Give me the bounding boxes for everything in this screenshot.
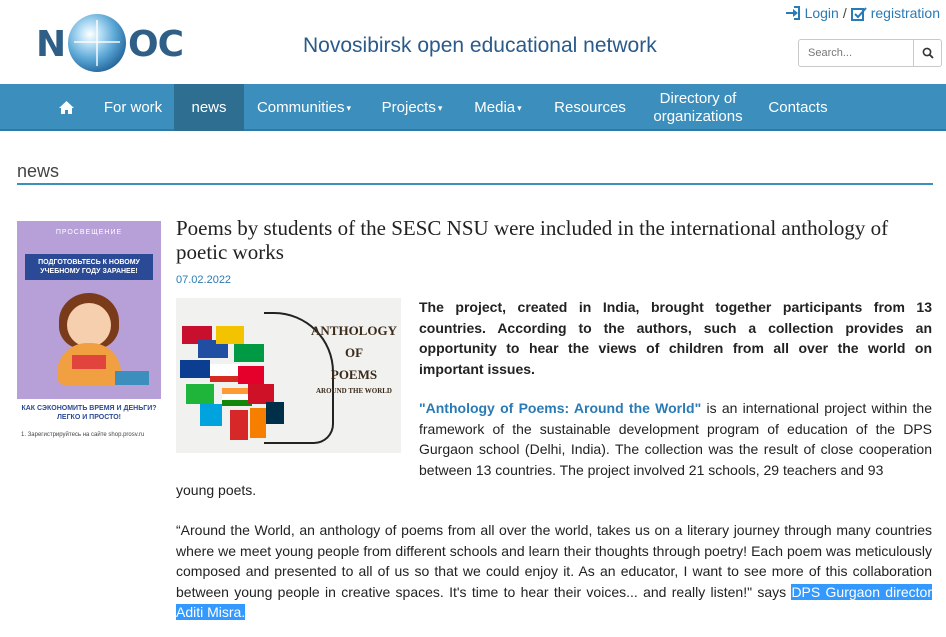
article-paragraph-tail: young poets. [176, 482, 257, 498]
registration-link[interactable]: registration [871, 5, 940, 21]
nav-communities[interactable]: Communities ▾ [244, 84, 364, 131]
chevron-down-icon: ▾ [517, 102, 522, 113]
flag-icon [230, 410, 248, 440]
ad-illustration: ПРОСВЕЩЕНИЕ ПОДГОТОВЬТЕСЬ К НОВОМУ УЧЕБН… [17, 221, 161, 399]
article-image: ANTHOLOGY OF POEMS AROUND THE WORLD [176, 298, 401, 453]
auth-separator: / [842, 5, 847, 21]
search-button[interactable] [913, 40, 941, 66]
ad-footer: КАК СЭКОНОМИТЬ ВРЕМЯ И ДЕНЬГИ? ЛЕГКО И П… [17, 399, 161, 450]
ad-girl-face [67, 303, 111, 347]
search-input[interactable] [799, 40, 913, 66]
main-nav: For work news Communities ▾ Projects ▾ Med… [0, 84, 946, 131]
article-title[interactable]: Poems by students of the SESC NSU were i… [176, 216, 936, 264]
auth-links: Login / registration [785, 5, 940, 21]
article-paragraph: "Anthology of Poems: Around the World" i… [419, 400, 932, 478]
ad-question: КАК СЭКОНОМИТЬ ВРЕМЯ И ДЕНЬГИ? ЛЕГКО И П… [21, 405, 157, 421]
globe-icon [68, 14, 126, 72]
ad-brand: ПРОСВЕЩЕНИЕ [55, 229, 123, 236]
flag-icon [186, 384, 214, 404]
login-link[interactable]: Login [805, 5, 839, 21]
nav-media[interactable]: Media ▾ [462, 84, 534, 131]
edit-checkbox-icon[interactable] [850, 6, 867, 21]
flag-icon [180, 360, 210, 378]
flag-icon [200, 404, 222, 426]
flag-icon [238, 366, 264, 384]
nav-resources[interactable]: Resources [546, 84, 634, 131]
section-divider [17, 183, 933, 185]
home-icon [58, 101, 74, 114]
flag-icon [216, 326, 244, 344]
logo-letter-n: N [36, 24, 66, 65]
flag-icon [234, 344, 264, 362]
flag-icon [210, 364, 240, 382]
anthology-link[interactable]: "Anthology of Poems: Around the World" [419, 400, 701, 416]
nav-contacts[interactable]: Contacts [758, 84, 838, 131]
ad-register-text: 1. Зарегистрируйтесь на сайте shop.prosv… [21, 432, 145, 438]
chevron-down-icon: ▾ [437, 102, 443, 113]
nav-directory-of-organizations[interactable]: Directory of organizations [648, 84, 748, 131]
site-header: N OC Novosibirsk open educational networ… [0, 0, 946, 84]
search-icon [922, 47, 934, 59]
chevron-down-icon: ▾ [346, 102, 352, 113]
books-icon [115, 371, 149, 385]
book-icon [72, 355, 106, 369]
nav-news[interactable]: news [174, 84, 244, 131]
nav-projects[interactable]: Projects ▾ [370, 84, 454, 131]
section-heading: news [17, 161, 60, 181]
ad-banner[interactable]: ПРОСВЕЩЕНИЕ ПОДГОТОВЬТЕСЬ К НОВОМУ УЧЕБН… [17, 221, 161, 450]
site-title: Novosibirsk open educational network [303, 34, 657, 57]
sign-in-icon[interactable] [785, 6, 801, 20]
anthology-cover-text: ANTHOLOGY OF POEMS AROUND THE WORLD [311, 323, 397, 395]
nav-for-work[interactable]: For work [92, 84, 174, 131]
article-date: 07.02.2022 [176, 274, 232, 286]
logo-letters-oc: OC [128, 24, 184, 65]
article-lead: The project, created in India, brought t… [419, 299, 932, 377]
search-form [798, 39, 942, 67]
site-logo[interactable]: N OC [36, 12, 184, 72]
ad-headline: ПОДГОТОВЬТЕСЬ К НОВОМУ УЧЕБНОМУ ГОДУ ЗАР… [25, 254, 153, 280]
article-quote: “Around the World, an anthology of poems… [176, 522, 932, 620]
nav-home[interactable] [44, 84, 88, 131]
